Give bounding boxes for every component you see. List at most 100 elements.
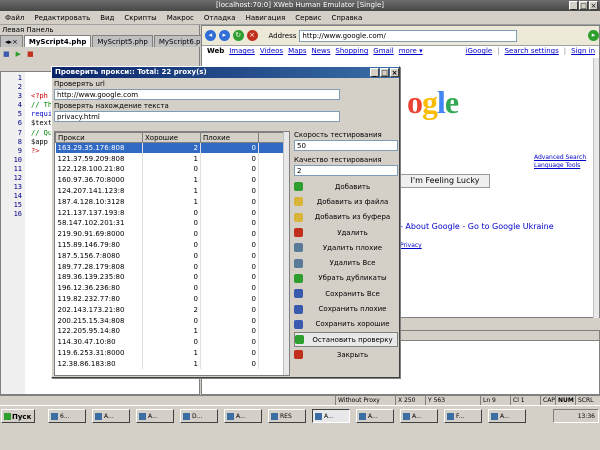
privacy-link[interactable]: Privacy [400, 242, 422, 249]
menu-macro[interactable]: Макрос [162, 11, 199, 25]
save-button[interactable]: Сохранить Все [294, 286, 398, 301]
stop-icon[interactable]: × [246, 30, 258, 41]
taskbar-button[interactable]: F... [444, 409, 482, 423]
nav-shopping[interactable]: Shopping [335, 46, 368, 57]
taskbar-button[interactable]: A... [224, 409, 262, 423]
run-icon[interactable]: ▶ [16, 50, 21, 58]
taskbar-button[interactable]: A... [92, 409, 130, 423]
delete-button[interactable]: Удалить [294, 225, 398, 240]
menu-navigation[interactable]: Навигация [241, 11, 291, 25]
table-scrollbar[interactable] [283, 132, 289, 375]
advanced-search-link[interactable]: Advanced Search [534, 154, 586, 161]
table-row[interactable]: 163.29.35.176:808 2 0 [55, 142, 285, 154]
proxy-table[interactable]: Прокси Хорошие Плохие 163.29.35.176:808 2… [54, 131, 290, 376]
menu-service[interactable]: Сервис [290, 11, 326, 25]
table-row[interactable]: 189.77.28.179:808 0 0 [55, 261, 285, 273]
maximize-button[interactable]: □ [579, 1, 588, 10]
close-button[interactable]: Закрыть [294, 347, 398, 362]
clipboard-button[interactable]: Добавить из буфера [294, 210, 398, 225]
delete-all-button[interactable]: Удалить Все [294, 255, 398, 270]
table-row[interactable]: 160.97.36.70:8000 1 0 [55, 174, 285, 186]
nav-more[interactable]: more ▾ [399, 46, 423, 57]
nav-gmail[interactable]: Gmail [373, 46, 393, 57]
save-script-icon[interactable]: ■ [3, 50, 10, 58]
save-bad-button[interactable]: Сохранить плохие [294, 301, 398, 316]
taskbar-button[interactable]: A... [488, 409, 526, 423]
browser-scrollbar[interactable] [593, 58, 599, 318]
table-row[interactable]: 122.128.100.21:80 0 0 [55, 164, 285, 175]
stop-script-icon[interactable]: ■ [27, 50, 34, 58]
filler-cell [258, 304, 285, 316]
table-row[interactable]: 119.82.232.77:80 0 0 [55, 293, 285, 305]
add-button[interactable]: Добавить [294, 179, 398, 194]
menu-debug[interactable]: Отладка [199, 11, 241, 25]
table-row[interactable]: 121.37.59.209:808 1 0 [55, 153, 285, 165]
refresh-icon[interactable]: ↻ [232, 30, 244, 41]
menu-scripts[interactable]: Скрипты [119, 11, 161, 25]
table-row[interactable]: 187.5.156.7:8080 0 0 [55, 250, 285, 262]
menu-edit[interactable]: Редактировать [29, 11, 95, 25]
sign-in-link[interactable]: Sign in [571, 46, 595, 57]
table-row[interactable]: 196.12.36.236:80 0 0 [55, 282, 285, 294]
save-good-button[interactable]: Сохранить хорошие [294, 317, 398, 332]
nav-videos[interactable]: Videos [260, 46, 283, 57]
tab-myscript4[interactable]: MyScript4.php [23, 35, 92, 47]
nav-maps[interactable]: Maps [288, 46, 306, 57]
quality-input[interactable]: 2 [294, 165, 398, 176]
about-google-line[interactable]: - About Google - Go to Google Ukraine [400, 222, 554, 231]
table-row[interactable]: 202.143.173.21:80 2 0 [55, 304, 285, 316]
find-text-input[interactable]: privacy.html [54, 111, 340, 122]
menu-file[interactable]: Файл [0, 11, 29, 25]
close-window-button[interactable]: × [589, 1, 598, 10]
table-row[interactable]: 119.6.253.31:8000 1 0 [55, 347, 285, 359]
feeling-lucky-button[interactable]: I'm Feeling Lucky [400, 174, 490, 188]
table-row[interactable]: 12.38.86.183:80 1 0 [55, 358, 285, 370]
minimize-button[interactable]: _ [569, 1, 578, 10]
taskbar-button[interactable]: RES [268, 409, 306, 423]
check-url-input[interactable]: http://www.google.com [54, 89, 340, 100]
forward-icon[interactable]: ▸ [218, 30, 230, 41]
proxy-cell: 189.77.28.179:808 [55, 261, 143, 273]
table-row[interactable]: 121.137.137.193:8 0 0 [55, 207, 285, 219]
taskbar-button[interactable]: A... [356, 409, 394, 423]
taskbar-button[interactable]: A... [312, 409, 350, 423]
tab-nav-arrows[interactable]: ◂▸× [0, 35, 23, 47]
menu-help[interactable]: Справка [326, 11, 367, 25]
speed-input[interactable]: 50 [294, 140, 398, 151]
taskbar-button[interactable]: A... [136, 409, 174, 423]
table-row[interactable]: 219.90.91.69:8000 0 0 [55, 228, 285, 240]
table-row[interactable]: 114.30.47.10:80 0 0 [55, 336, 285, 348]
taskbar-button[interactable]: D... [180, 409, 218, 423]
table-row[interactable]: 187.4.128.10:3128 1 0 [55, 196, 285, 208]
table-row[interactable]: 115.89.146.79:80 0 0 [55, 239, 285, 251]
dialog-minimize-button[interactable]: _ [370, 68, 379, 77]
table-row[interactable]: 124.207.141.123:8 1 0 [55, 185, 285, 197]
taskbar-button[interactable]: A... [400, 409, 438, 423]
igoogle-link[interactable]: iGoogle [466, 46, 493, 57]
nav-web[interactable]: Web [207, 46, 224, 57]
column-good[interactable]: Хорошие [142, 132, 201, 143]
search-settings-link[interactable]: Search settings [505, 46, 559, 57]
dialog-maximize-button[interactable]: □ [380, 68, 389, 77]
column-bad[interactable]: Плохие [200, 132, 259, 143]
start-button[interactable]: Пуск [1, 409, 35, 423]
dedupe-button[interactable]: Убрать дубликаты [294, 271, 398, 286]
tab-myscript5[interactable]: MyScript5.php [92, 35, 153, 47]
dialog-close-button[interactable]: × [390, 68, 399, 77]
language-tools-link[interactable]: Language Tools [534, 162, 580, 169]
column-proxy[interactable]: Прокси [55, 132, 143, 143]
nav-images[interactable]: Images [229, 46, 255, 57]
stop-button[interactable]: Остановить проверку [294, 331, 398, 348]
delete-bad-button[interactable]: Удалить плохие [294, 240, 398, 255]
back-icon[interactable]: ◂ [205, 30, 216, 41]
table-row[interactable]: 189.36.139.235:80 0 0 [55, 272, 285, 283]
table-row[interactable]: 200.215.15.34:808 0 0 [55, 315, 285, 327]
folder-button[interactable]: Добавить из файла [294, 194, 398, 209]
address-input[interactable]: http://www.google.com/ [299, 29, 518, 42]
taskbar-button[interactable]: 6... [48, 409, 86, 423]
table-row[interactable]: 58.147.102.201:31 0 0 [55, 218, 285, 229]
nav-news[interactable]: News [312, 46, 331, 57]
menu-view[interactable]: Вид [95, 11, 119, 25]
go-icon[interactable]: ▸ [588, 30, 599, 41]
table-row[interactable]: 122.205.95.14:80 1 0 [55, 326, 285, 337]
